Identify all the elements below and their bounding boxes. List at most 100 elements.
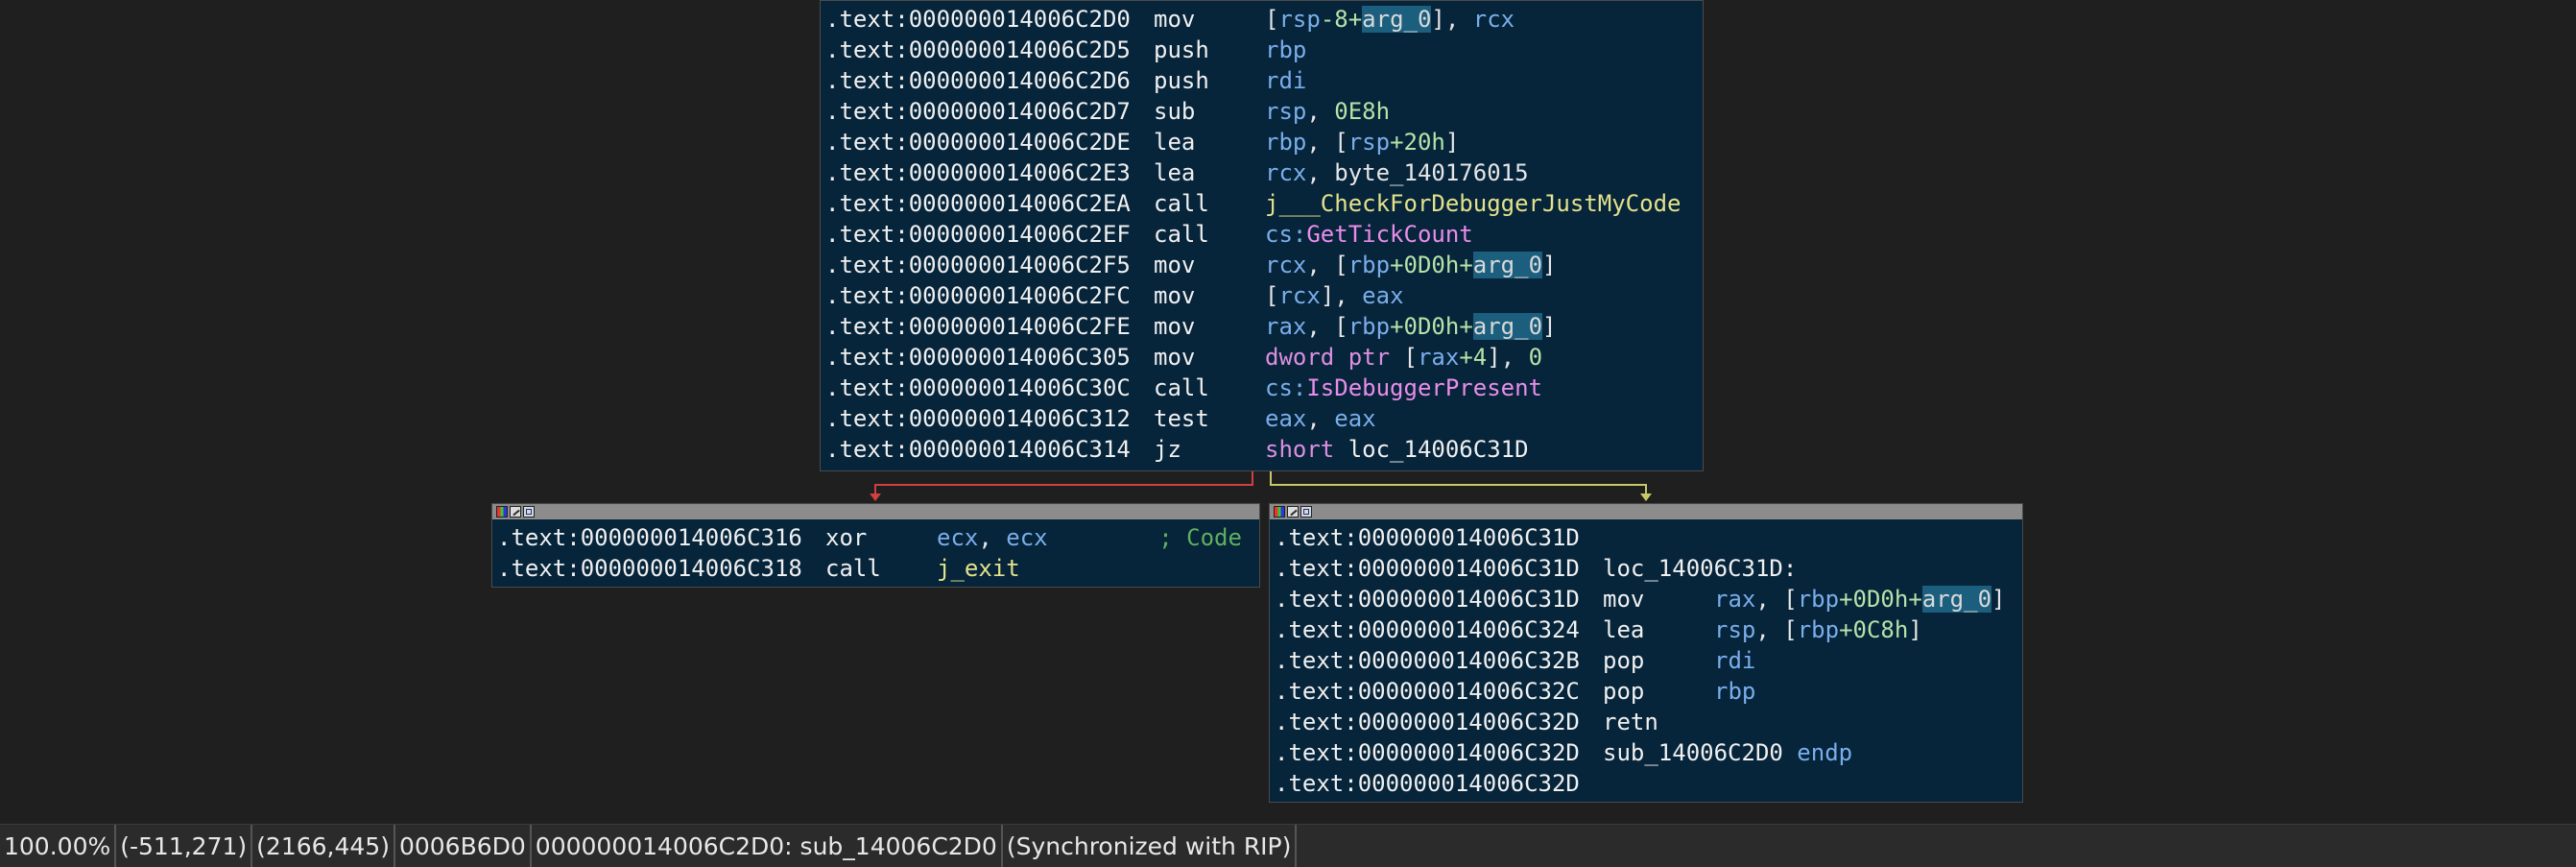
line-mnemonic[interactable]: pop (1603, 676, 1714, 707)
disasm-line[interactable]: .text:000000014006C2F5 mov rcx, [rbp+0D0h+… (825, 250, 1703, 280)
operand-token[interactable]: cs: (1265, 374, 1306, 401)
block-title-bar[interactable] (492, 504, 1259, 519)
operand-token[interactable]: GetTickCount (1306, 221, 1472, 248)
operand-token[interactable]: short (1265, 436, 1348, 463)
graph-view[interactable]: .text:000000014006C2D0 mov [rsp-8+arg_0], … (0, 0, 2576, 824)
operand-token[interactable]: j_exit (937, 555, 1020, 582)
disasm-line[interactable]: .text:000000014006C31D loc_14006C31D: (1275, 553, 2022, 584)
operand-token[interactable]: rsp (1714, 616, 1755, 643)
disasm-line[interactable]: .text:000000014006C31D mov rax, [rbp+0D0h+… (1275, 584, 2022, 614)
operand-token[interactable]: +0C8h (1839, 616, 1908, 643)
disasm-line[interactable]: .text:000000014006C2D6 push rdi (825, 65, 1703, 96)
disasm-line[interactable]: .text:000000014006C316 xor ecx, ecx ; Code (497, 522, 1259, 553)
disasm-line[interactable]: .text:000000014006C2D0 mov [rsp-8+arg_0], … (825, 4, 1703, 35)
disasm-line[interactable]: .text:000000014006C32D retn (1275, 707, 2022, 737)
block-exit[interactable]: .text:000000014006C316 xor ecx, ecx ; Code… (491, 503, 1260, 588)
disasm-line[interactable]: .text:000000014006C312 test eax, eax (825, 403, 1703, 434)
line-mnemonic[interactable]: sub (1154, 96, 1265, 127)
line-mnemonic[interactable]: mov (1154, 342, 1265, 373)
operand-token[interactable]: arg_0 (1472, 252, 1543, 278)
operand-token[interactable]: +20h (1390, 129, 1445, 156)
operand-token[interactable]: rcx (1473, 6, 1515, 33)
disasm-line[interactable]: .text:000000014006C2D7 sub rsp, 0E8h (825, 96, 1703, 127)
operand-token[interactable]: cs: (1265, 221, 1306, 248)
block-title-bar[interactable] (1270, 504, 2022, 519)
line-mnemonic[interactable]: jz (1154, 434, 1265, 465)
operand-token[interactable]: rbp (1265, 129, 1306, 156)
color-palette-icon[interactable] (496, 506, 508, 518)
operand-token[interactable]: rbp (1798, 586, 1839, 613)
operand-token[interactable]: dword ptr (1265, 344, 1404, 371)
disasm-line[interactable]: .text:000000014006C318 call j_exit (497, 553, 1259, 584)
line-mnemonic[interactable]: mov (1154, 311, 1265, 342)
color-palette-icon[interactable] (1274, 506, 1285, 518)
disasm-line[interactable]: .text:000000014006C305 mov dword ptr [rax+… (825, 342, 1703, 373)
block-return[interactable]: .text:000000014006C31D .text:000000014006… (1269, 503, 2023, 803)
operand-token[interactable]: rsp (1265, 98, 1306, 125)
disasm-line[interactable]: .text:000000014006C314 jz short loc_14006C… (825, 434, 1703, 465)
operand-token[interactable]: rax (1418, 344, 1459, 371)
disasm-line[interactable]: .text:000000014006C324 lea rsp, [rbp+0C8h] (1275, 614, 2022, 645)
operand-token[interactable]: rbp (1348, 252, 1390, 278)
operand-token[interactable]: rcx (1265, 159, 1306, 186)
operand-token[interactable]: eax (1362, 282, 1403, 309)
operand-token[interactable]: arg_0 (1921, 586, 1992, 613)
operand-token[interactable]: , byte_140176015 (1306, 159, 1528, 186)
operand-token[interactable]: rdi (1714, 647, 1755, 674)
group-node-icon[interactable] (1300, 506, 1312, 518)
line-mnemonic[interactable]: call (1154, 188, 1265, 219)
line-mnemonic[interactable]: test (1154, 403, 1265, 434)
disasm-line[interactable]: .text:000000014006C32D sub_14006C2D0 endp (1275, 737, 2022, 768)
operand-token[interactable]: 0 (1529, 344, 1542, 371)
operand-token[interactable]: ecx (937, 524, 978, 551)
edit-icon[interactable] (1287, 506, 1299, 518)
edit-icon[interactable] (510, 506, 521, 518)
operand-token[interactable]: rdi (1265, 67, 1306, 94)
line-mnemonic[interactable]: xor (825, 522, 937, 553)
operand-token[interactable]: rsp (1278, 6, 1320, 33)
disasm-line[interactable]: .text:000000014006C2FE mov rax, [rbp+0D0h+… (825, 311, 1703, 342)
operand-token[interactable]: loc_14006C31D (1348, 436, 1529, 463)
disasm-line[interactable]: .text:000000014006C2E3 lea rcx, byte_14017… (825, 157, 1703, 188)
line-mnemonic[interactable]: lea (1154, 157, 1265, 188)
disasm-line[interactable]: .text:000000014006C2EF call cs:GetTickCoun… (825, 219, 1703, 250)
group-node-icon[interactable] (523, 506, 535, 518)
line-mnemonic[interactable]: call (1154, 219, 1265, 250)
operand-token[interactable]: eax (1334, 405, 1375, 432)
line-label[interactable]: endp (1797, 739, 1852, 766)
operand-token[interactable]: rax (1265, 313, 1306, 340)
line-mnemonic[interactable]: push (1154, 35, 1265, 65)
disasm-line[interactable]: .text:000000014006C32C pop rbp (1275, 676, 2022, 707)
operand-token[interactable]: eax (1265, 405, 1306, 432)
operand-token[interactable]: ecx (1006, 524, 1047, 551)
operand-token[interactable]: rbp (1265, 36, 1306, 63)
disasm-line[interactable]: .text:000000014006C32B pop rdi (1275, 645, 2022, 676)
operand-token[interactable]: rbp (1714, 678, 1755, 705)
operand-token[interactable]: rbp (1798, 616, 1839, 643)
disasm-line[interactable]: .text:000000014006C30C call cs:IsDebuggerP… (825, 373, 1703, 403)
operand-token[interactable]: rcx (1265, 252, 1306, 278)
operand-token[interactable]: +4 (1459, 344, 1487, 371)
operand-token[interactable]: rcx (1278, 282, 1320, 309)
line-mnemonic[interactable]: mov (1154, 4, 1265, 35)
line-label[interactable]: sub_14006C2D0 (1603, 739, 1797, 766)
operand-token[interactable]: rax (1714, 586, 1755, 613)
line-label[interactable]: loc_14006C31D: (1603, 555, 1797, 582)
disasm-line[interactable]: .text:000000014006C2D5 push rbp (825, 35, 1703, 65)
block-entry[interactable]: .text:000000014006C2D0 mov [rsp-8+arg_0], … (820, 0, 1704, 471)
line-mnemonic[interactable]: lea (1154, 127, 1265, 157)
operand-token[interactable]: +0D0h+ (1390, 313, 1473, 340)
line-mnemonic[interactable]: call (825, 553, 937, 584)
disasm-line[interactable]: .text:000000014006C32D (1275, 768, 2022, 799)
line-mnemonic[interactable]: retn (1603, 707, 1714, 737)
operand-token[interactable]: j___CheckForDebuggerJustMyCode (1265, 190, 1681, 217)
disasm-line[interactable]: .text:000000014006C2DE lea rbp, [rsp+20h] (825, 127, 1703, 157)
operand-token[interactable]: rbp (1348, 313, 1390, 340)
operand-token[interactable]: arg_0 (1362, 6, 1432, 33)
line-mnemonic[interactable]: mov (1154, 250, 1265, 280)
operand-token[interactable]: 0E8h (1334, 98, 1390, 125)
operand-token[interactable]: -8+ (1321, 6, 1362, 33)
line-mnemonic[interactable]: lea (1603, 614, 1714, 645)
disasm-line[interactable]: .text:000000014006C2EA call j___CheckForDe… (825, 188, 1703, 219)
operand-token[interactable]: rsp (1348, 129, 1390, 156)
